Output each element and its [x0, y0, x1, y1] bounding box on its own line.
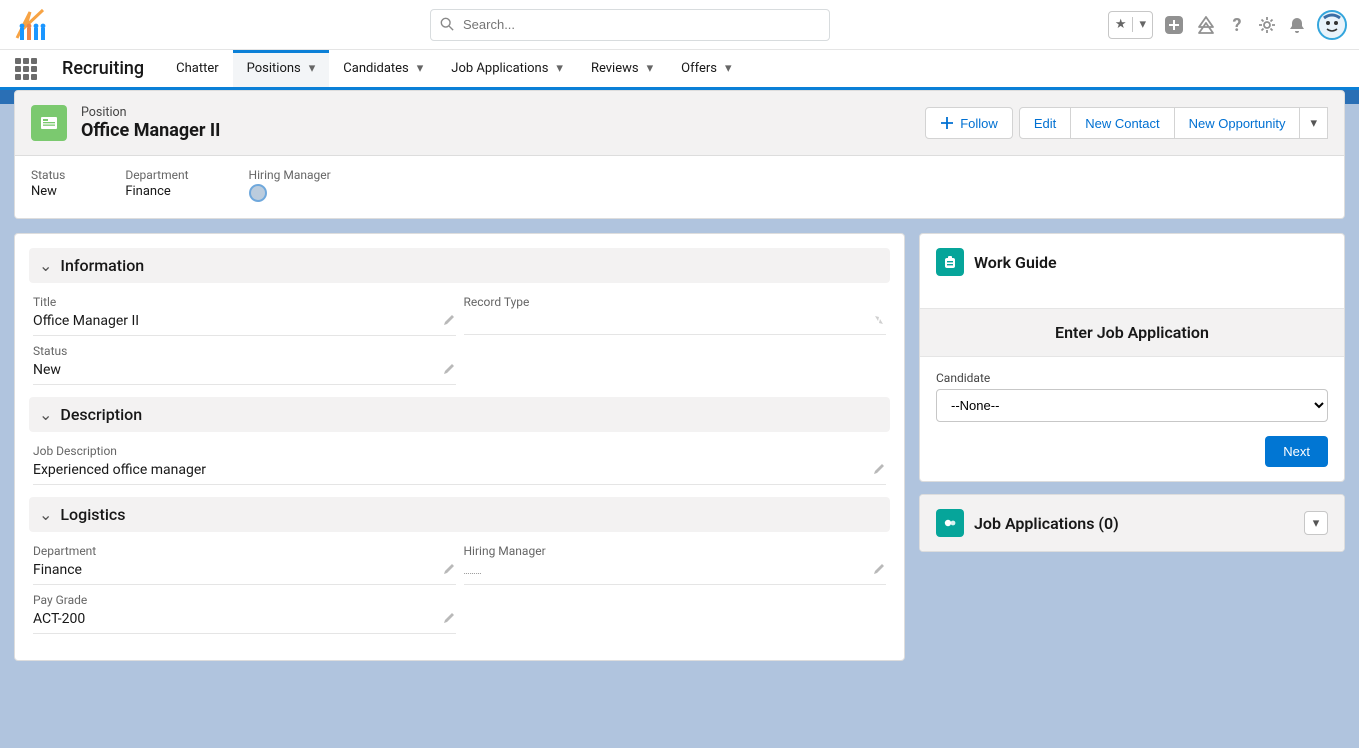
field-job-description-value: Experienced office manager [33, 462, 886, 485]
highlight-department-value: Finance [125, 184, 188, 199]
chevron-down-icon[interactable]: ▾ [647, 61, 654, 76]
app-launcher[interactable] [8, 50, 44, 87]
position-object-icon [31, 105, 67, 141]
record-title: Office Manager II [81, 120, 220, 141]
favorites-button[interactable]: ★ ▾ [1108, 11, 1153, 39]
global-search [430, 9, 830, 41]
follow-label: Follow [960, 116, 998, 131]
change-record-type-icon[interactable] [872, 313, 886, 327]
section-description-header[interactable]: ⌄ Description [29, 397, 890, 432]
edit-pencil-icon[interactable] [442, 611, 456, 625]
job-applications-related-card: Job Applications (0) ▾ [919, 494, 1345, 552]
user-avatar[interactable] [1317, 10, 1347, 40]
star-icon: ★ [1109, 17, 1133, 32]
field-status-value: New [33, 362, 456, 385]
new-opportunity-button[interactable]: New Opportunity [1175, 107, 1301, 139]
record-actions: Follow Edit New Contact New Opportunity … [925, 107, 1328, 139]
object-label: Position [81, 105, 220, 120]
field-hiring-manager-value[interactable]: ……… [464, 562, 887, 585]
nav-label: Reviews [591, 61, 639, 76]
edit-pencil-icon[interactable] [442, 362, 456, 376]
nav-reviews[interactable]: Reviews ▾ [577, 50, 667, 87]
record-header: Position Office Manager II Follow Edit N… [14, 90, 1345, 156]
edit-pencil-icon[interactable] [442, 313, 456, 327]
guidance-center-icon[interactable] [1195, 14, 1217, 36]
edit-pencil-icon[interactable] [872, 562, 886, 576]
salesforce-logo [12, 6, 52, 44]
work-guide-card: Work Guide Enter Job Application Candida… [919, 233, 1345, 482]
nav-label: Candidates [343, 61, 408, 76]
work-guide-icon [936, 248, 964, 276]
context-bar: Recruiting Chatter Positions ▾ Candidates… [0, 50, 1359, 90]
more-actions-button[interactable]: ▾ [1300, 107, 1328, 139]
chevron-down-icon: ▾ [1132, 17, 1152, 32]
follow-button[interactable]: Follow [925, 107, 1013, 139]
search-icon [440, 17, 454, 31]
app-name: Recruiting [44, 50, 162, 87]
header-utilities: ★ ▾ ? [1108, 10, 1347, 40]
svg-text:?: ? [1233, 15, 1242, 35]
section-title: Description [60, 405, 142, 424]
candidate-select[interactable]: --None-- [936, 389, 1328, 422]
highlights-panel: Status New Department Finance Hiring Man… [14, 156, 1345, 219]
edit-button[interactable]: Edit [1019, 107, 1071, 139]
highlight-hiring-manager-label: Hiring Manager [249, 168, 331, 182]
chevron-down-icon: ⌄ [39, 505, 52, 524]
field-record-type-value [464, 313, 887, 335]
nav-chatter[interactable]: Chatter [162, 50, 233, 87]
nav-label: Job Applications [451, 61, 548, 76]
global-actions-button[interactable] [1163, 14, 1185, 36]
logo-area [12, 6, 430, 44]
field-pay-grade-label: Pay Grade [33, 593, 456, 607]
field-department-value: Finance [33, 562, 456, 585]
chevron-down-icon[interactable]: ▾ [725, 61, 732, 76]
edit-pencil-icon[interactable] [442, 562, 456, 576]
edit-pencil-icon[interactable] [872, 462, 886, 476]
highlight-status-value: New [31, 184, 65, 199]
section-information-header[interactable]: ⌄ Information [29, 248, 890, 283]
section-title: Logistics [60, 505, 125, 524]
field-status-label: Status [33, 344, 456, 358]
field-hiring-manager-label: Hiring Manager [464, 544, 887, 558]
field-title-label: Title [33, 295, 456, 309]
plus-icon [940, 116, 954, 130]
nav-job-applications[interactable]: Job Applications ▾ [437, 50, 577, 87]
setup-gear-icon[interactable] [1257, 15, 1277, 35]
nav-positions[interactable]: Positions ▾ [233, 50, 330, 87]
nav-label: Positions [247, 61, 301, 76]
highlight-department-label: Department [125, 168, 188, 182]
search-input[interactable] [430, 9, 830, 41]
nav-offers[interactable]: Offers ▾ [667, 50, 745, 87]
new-contact-button[interactable]: New Contact [1071, 107, 1174, 139]
field-title-value: Office Manager II [33, 313, 456, 336]
field-department-label: Department [33, 544, 456, 558]
field-job-description-label: Job Description [33, 444, 886, 458]
highlight-status-label: Status [31, 168, 65, 182]
chevron-down-icon: ⌄ [39, 405, 52, 424]
field-pay-grade-value: ACT-200 [33, 611, 456, 634]
nav-candidates[interactable]: Candidates ▾ [329, 50, 437, 87]
section-logistics-header[interactable]: ⌄ Logistics [29, 497, 890, 532]
candidate-label: Candidate [936, 371, 1328, 385]
highlight-hiring-manager-value[interactable] [249, 184, 331, 206]
nav-label: Chatter [176, 61, 219, 76]
hiring-manager-avatar[interactable] [249, 184, 267, 202]
job-applications-title[interactable]: Job Applications (0) [974, 514, 1119, 533]
chevron-down-icon: ⌄ [39, 256, 52, 275]
help-icon[interactable]: ? [1227, 15, 1247, 35]
related-menu-button[interactable]: ▾ [1304, 511, 1328, 535]
chevron-down-icon[interactable]: ▾ [556, 61, 563, 76]
next-button[interactable]: Next [1265, 436, 1328, 467]
field-record-type-label: Record Type [464, 295, 887, 309]
detail-panel: ⌄ Information Title Office Manager II Re… [14, 233, 905, 661]
chevron-down-icon[interactable]: ▾ [309, 61, 316, 76]
job-applications-icon [936, 509, 964, 537]
work-guide-title: Work Guide [974, 253, 1057, 272]
work-guide-step-title: Enter Job Application [920, 308, 1344, 357]
chevron-down-icon[interactable]: ▾ [417, 61, 424, 76]
global-header: ★ ▾ ? [0, 0, 1359, 50]
nav-label: Offers [681, 61, 717, 76]
section-title: Information [60, 256, 144, 275]
notifications-bell-icon[interactable] [1287, 15, 1307, 35]
